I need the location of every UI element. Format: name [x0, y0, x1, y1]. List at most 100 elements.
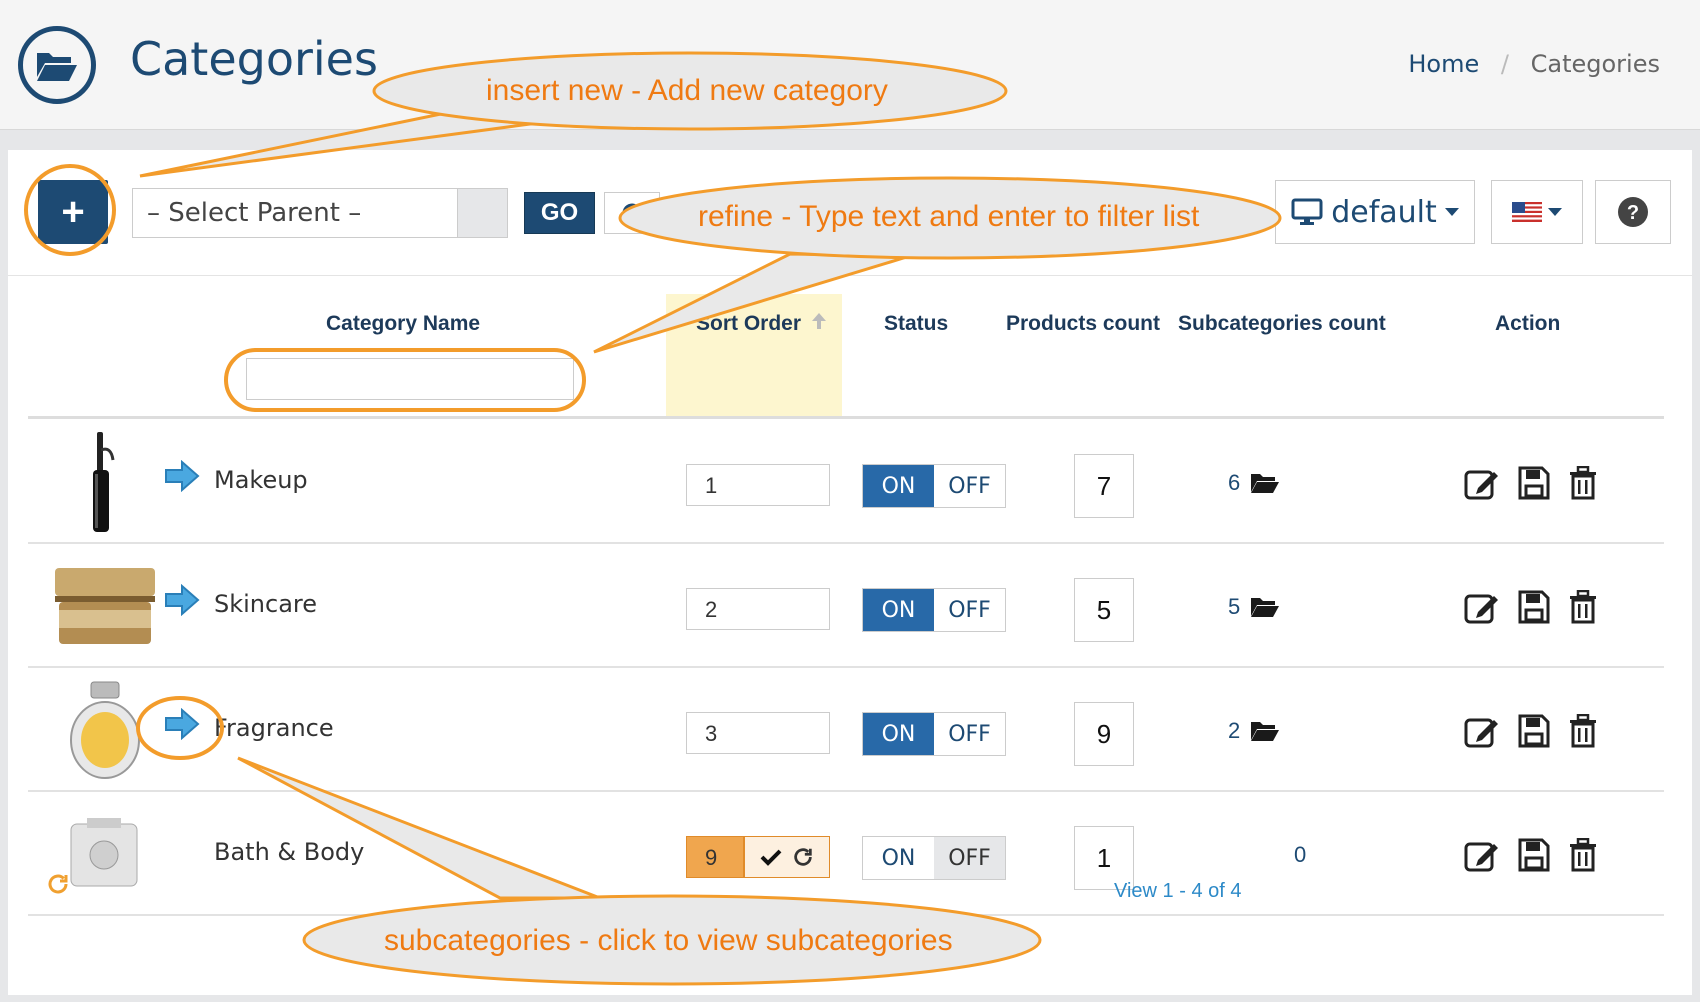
edit-icon[interactable]	[1464, 466, 1500, 500]
subcategories-count-link[interactable]: 5	[1228, 594, 1280, 620]
annotation-insert-new: insert new - Add new category	[486, 74, 888, 107]
edit-icon[interactable]	[1464, 714, 1500, 748]
status-toggle[interactable]: ON OFF	[862, 464, 1006, 508]
products-count: 5	[1074, 578, 1134, 642]
sort-arrow-up-icon	[811, 313, 826, 329]
trash-icon[interactable]	[1568, 714, 1598, 748]
subcategories-count-link[interactable]: 2	[1228, 718, 1280, 744]
save-icon[interactable]	[1518, 590, 1550, 624]
folder-open-icon	[18, 26, 96, 104]
column-header-products-count[interactable]: Products count	[1006, 312, 1160, 336]
row-actions	[1464, 466, 1598, 500]
chevron-down-icon	[1548, 208, 1562, 216]
row-actions	[1464, 838, 1598, 872]
help-button[interactable]: ?	[1595, 180, 1671, 244]
column-header-sort-order[interactable]: Sort Order	[696, 312, 827, 336]
save-icon[interactable]	[1518, 714, 1550, 748]
breadcrumb: Home / Categories	[1408, 50, 1660, 78]
status-off-option[interactable]: OFF	[934, 589, 1005, 631]
breadcrumb-current: Categories	[1530, 50, 1660, 78]
page-header: Categories Home / Categories	[0, 0, 1700, 130]
row-actions	[1464, 714, 1598, 748]
status-off-option[interactable]: OFF	[934, 837, 1005, 879]
us-flag-icon	[1512, 202, 1542, 222]
table-row: Skincare 2 ON OFF 5 5	[28, 544, 1664, 668]
status-on-option[interactable]: ON	[863, 589, 934, 631]
refresh-icon[interactable]	[792, 846, 814, 868]
table-row: Makeup 1 ON OFF 7 6	[28, 420, 1664, 544]
sort-order-label: Sort Order	[696, 312, 802, 335]
layout-dropdown-button[interactable]: default	[1275, 180, 1475, 244]
edit-icon[interactable]	[1464, 590, 1500, 624]
folder-open-icon	[1251, 722, 1280, 741]
sort-order-input[interactable]: 3	[686, 712, 830, 754]
category-name: Fragrance	[214, 714, 334, 742]
category-name-filter-input[interactable]	[246, 358, 574, 400]
save-icon[interactable]	[1518, 466, 1550, 500]
page-title: Categories	[130, 32, 378, 86]
subcategories-count: 6	[1228, 470, 1241, 495]
categories-panel: + – Select Parent – GO default ? Categor…	[8, 150, 1692, 995]
desktop-icon	[1291, 198, 1323, 225]
subcategories-count: 2	[1228, 718, 1241, 743]
category-name: Skincare	[214, 590, 318, 618]
status-toggle[interactable]: ON OFF	[862, 836, 1006, 880]
trash-icon[interactable]	[1568, 590, 1598, 624]
header-divider	[28, 416, 1664, 419]
subcategories-count: 5	[1228, 594, 1241, 619]
status-on-option[interactable]: ON	[863, 713, 934, 755]
reset-filter-button[interactable]	[604, 192, 660, 234]
category-thumbnail	[50, 678, 160, 782]
category-name: Makeup	[214, 466, 308, 494]
status-toggle[interactable]: ON OFF	[862, 588, 1006, 632]
view-subcategories-arrow-icon[interactable]	[164, 707, 200, 745]
breadcrumb-separator: /	[1500, 50, 1509, 78]
select-parent-dropdown[interactable]: – Select Parent –	[132, 188, 458, 238]
products-count: 9	[1074, 702, 1134, 766]
add-category-button[interactable]: +	[38, 180, 108, 244]
select-parent-addon[interactable]	[458, 188, 508, 238]
category-thumbnail	[50, 554, 160, 658]
status-off-option[interactable]: OFF	[934, 465, 1005, 507]
status-on-option[interactable]: ON	[863, 837, 934, 879]
sort-order-edit-actions	[744, 836, 830, 878]
column-header-action: Action	[1495, 312, 1561, 335]
status-toggle[interactable]: ON OFF	[862, 712, 1006, 756]
pagination-info: View 1 - 4 of 4	[1114, 880, 1242, 902]
table-row: Bath & Body 9 ON OFF 1 0	[28, 792, 1664, 916]
status-on-option[interactable]: ON	[863, 465, 934, 507]
breadcrumb-home-link[interactable]: Home	[1408, 50, 1479, 78]
save-icon[interactable]	[1518, 838, 1550, 872]
annotation-refine: refine - Type text and enter to filter l…	[698, 200, 1200, 233]
annotation-subcategories: subcategories - click to view subcategor…	[384, 924, 953, 957]
column-header-status[interactable]: Status	[884, 312, 948, 336]
go-button[interactable]: GO	[524, 192, 595, 234]
trash-icon[interactable]	[1568, 838, 1598, 872]
sort-order-input[interactable]: 9	[686, 836, 744, 878]
refresh-icon	[622, 203, 642, 223]
row-actions	[1464, 590, 1598, 624]
view-subcategories-arrow-icon[interactable]	[164, 459, 200, 497]
sort-order-input[interactable]: 2	[686, 588, 830, 630]
sort-order-input[interactable]: 1	[686, 464, 830, 506]
language-dropdown-button[interactable]	[1491, 180, 1583, 244]
edit-icon[interactable]	[1464, 838, 1500, 872]
category-name: Bath & Body	[214, 838, 365, 866]
column-header-category-name[interactable]: Category Name	[326, 312, 480, 336]
layout-label: default	[1331, 194, 1437, 230]
subcategories-count: 0	[1294, 842, 1307, 867]
products-count: 7	[1074, 454, 1134, 518]
status-off-option[interactable]: OFF	[934, 713, 1005, 755]
subcategories-count-link[interactable]: 6	[1228, 470, 1280, 496]
question-circle-icon: ?	[1618, 197, 1648, 227]
check-icon[interactable]	[760, 848, 782, 866]
trash-icon[interactable]	[1568, 466, 1598, 500]
view-subcategories-arrow-icon[interactable]	[164, 583, 200, 621]
svg-text:?: ?	[1627, 202, 1639, 224]
folder-open-icon	[1251, 474, 1280, 493]
folder-open-icon	[1251, 598, 1280, 617]
column-header-subcategories-count[interactable]: Subcategories count	[1178, 312, 1386, 336]
category-thumbnail	[50, 430, 160, 534]
reload-grid-icon[interactable]	[46, 872, 70, 902]
table-row: Fragrance 3 ON OFF 9 2	[28, 668, 1664, 792]
